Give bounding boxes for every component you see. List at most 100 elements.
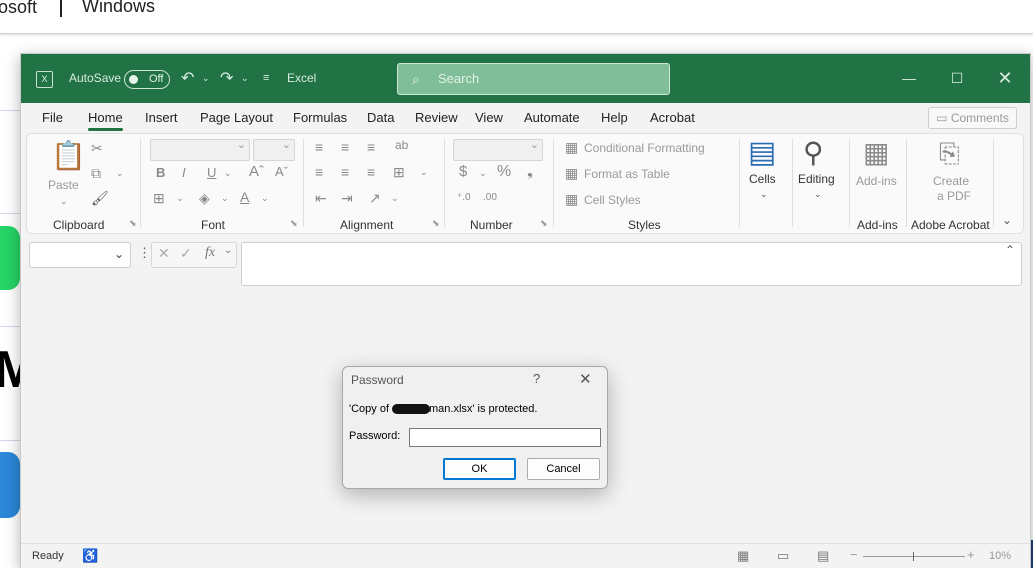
cancel-button[interactable]: Cancel	[527, 458, 600, 480]
fx-dropdown-icon[interactable]: ⌄	[224, 245, 232, 256]
customize-qat-icon[interactable]: ≡	[263, 54, 269, 103]
clipboard-launcher-icon[interactable]: ⬊	[129, 218, 137, 229]
tab-view[interactable]: View	[475, 103, 503, 133]
create-pdf-label-1[interactable]: Create	[933, 174, 969, 188]
currency-button[interactable]: $	[459, 164, 467, 180]
orientation-icon[interactable]: ↗	[369, 190, 381, 206]
currency-dropdown-icon[interactable]: ⌄	[479, 165, 487, 181]
font-color-icon[interactable]: A	[240, 189, 249, 205]
close-icon[interactable]: ✕	[983, 54, 1027, 103]
password-input[interactable]	[409, 428, 601, 447]
tab-acrobat[interactable]: Acrobat	[650, 103, 695, 133]
paste-dropdown-icon[interactable]: ⌄	[60, 193, 68, 209]
number-format-dropdown[interactable]	[453, 138, 543, 161]
bold-button[interactable]: B	[156, 165, 165, 181]
format-painter-icon[interactable]: 🖌	[91, 190, 109, 206]
comma-style-icon[interactable]: ❟	[527, 164, 533, 180]
add-ins-button[interactable]: Add-ins	[856, 174, 897, 188]
font-color-dropdown-icon[interactable]: ⌄	[261, 190, 269, 206]
tab-home[interactable]: Home	[88, 103, 123, 133]
conditional-formatting-label[interactable]: Conditional Formatting	[584, 141, 705, 155]
italic-button[interactable]: I	[182, 165, 186, 181]
decrease-decimal-icon[interactable]: .00	[483, 190, 497, 206]
comments-button[interactable]: ▭ Comments	[928, 107, 1017, 129]
undo-icon[interactable]: ↶	[181, 54, 194, 103]
fill-dropdown-icon[interactable]: ⌄	[221, 190, 229, 206]
orientation-dropdown-icon[interactable]: ⌄	[391, 190, 399, 206]
insert-function-icon[interactable]: fx	[205, 245, 215, 261]
borders-dropdown-icon[interactable]: ⌄	[176, 190, 184, 206]
format-as-table-label[interactable]: Format as Table	[584, 167, 670, 181]
font-size-dropdown[interactable]	[253, 138, 295, 161]
tab-automate[interactable]: Automate	[524, 103, 580, 133]
ribbon-options-icon[interactable]: ⌄	[1002, 212, 1012, 228]
zoom-slider-thumb[interactable]	[913, 552, 914, 561]
enter-icon[interactable]: ✓	[180, 245, 192, 262]
zoom-in-icon[interactable]: +	[967, 547, 975, 562]
page-layout-view-icon[interactable]: ▭	[777, 548, 789, 564]
cell-styles-icon[interactable]: ▦	[565, 191, 578, 207]
autosave-toggle[interactable]: Off	[124, 70, 170, 89]
page-break-view-icon[interactable]: ▤	[817, 548, 829, 564]
align-right-icon[interactable]: ≡	[367, 164, 375, 180]
font-name-dropdown[interactable]	[150, 138, 250, 161]
conditional-formatting-icon[interactable]: ▦	[565, 139, 578, 155]
cell-styles-label[interactable]: Cell Styles	[584, 193, 641, 207]
fill-color-icon[interactable]: ◈	[199, 190, 210, 206]
font-launcher-icon[interactable]: ⬊	[290, 218, 298, 229]
zoom-slider[interactable]	[863, 556, 965, 557]
percent-button[interactable]: %	[497, 164, 511, 180]
add-ins-icon[interactable]: ▦	[863, 137, 889, 169]
accessibility-icon[interactable]: ♿	[82, 548, 98, 564]
tab-help[interactable]: Help	[601, 103, 628, 133]
alignment-launcher-icon[interactable]: ⬊	[432, 218, 440, 229]
paste-icon[interactable]: 📋	[51, 140, 86, 172]
more-icon[interactable]: ⋮	[138, 245, 151, 261]
redo-icon[interactable]: ↷	[220, 54, 233, 103]
merge-dropdown-icon[interactable]: ⌄	[420, 164, 428, 180]
copy-icon[interactable]: ⧉	[91, 165, 101, 181]
decrease-font-icon[interactable]: Aˇ	[275, 164, 288, 180]
formula-input[interactable]: ⌃	[241, 242, 1022, 286]
cells-icon[interactable]: ▤	[748, 137, 776, 169]
editing-label[interactable]: Editing	[798, 172, 835, 186]
create-pdf-icon[interactable]: ⎘	[939, 137, 960, 169]
merge-center-icon[interactable]: ⊞	[393, 164, 405, 180]
copy-dropdown-icon[interactable]: ⌄	[116, 165, 124, 181]
maximize-icon[interactable]: ☐	[935, 54, 979, 103]
increase-decimal-icon[interactable]: ⁺.0	[457, 190, 471, 206]
undo-dropdown-icon[interactable]: ⌄	[202, 54, 210, 103]
normal-view-icon[interactable]: ▦	[737, 548, 749, 564]
number-launcher-icon[interactable]: ⬊	[540, 218, 548, 229]
align-bottom-icon[interactable]: ≡	[367, 139, 375, 155]
tab-formulas[interactable]: Formulas	[293, 103, 347, 133]
tab-data[interactable]: Data	[367, 103, 394, 133]
tab-page-layout[interactable]: Page Layout	[200, 103, 273, 133]
increase-font-icon[interactable]: Aˆ	[249, 164, 264, 180]
underline-dropdown-icon[interactable]: ⌄	[224, 165, 232, 181]
cells-dropdown-icon[interactable]: ⌄	[760, 186, 768, 202]
name-box[interactable]: ⌄	[29, 242, 131, 268]
zoom-level[interactable]: 10%	[989, 550, 1011, 562]
increase-indent-icon[interactable]: ⇥	[341, 190, 353, 206]
underline-button[interactable]: U	[207, 165, 216, 181]
close-icon[interactable]: ✕	[579, 370, 592, 388]
borders-icon[interactable]: ⊞	[153, 190, 165, 206]
product-title[interactable]: Windows	[82, 0, 155, 17]
search-box[interactable]: ⌕ Search	[397, 63, 670, 95]
app-icon[interactable]	[0, 452, 20, 518]
ok-button[interactable]: OK	[443, 458, 516, 480]
create-pdf-label-2[interactable]: a PDF	[937, 189, 971, 203]
cancel-icon[interactable]: ✕	[158, 245, 170, 262]
redo-dropdown-icon[interactable]: ⌄	[241, 54, 249, 103]
wrap-text-icon[interactable]: ab	[395, 137, 408, 153]
cut-icon[interactable]: ✂	[91, 140, 103, 156]
cells-label[interactable]: Cells	[749, 172, 776, 186]
tab-insert[interactable]: Insert	[145, 103, 178, 133]
zoom-out-icon[interactable]: −	[850, 547, 858, 562]
chevron-down-icon[interactable]: ⌄	[114, 247, 124, 261]
tab-file[interactable]: File	[42, 103, 63, 133]
decrease-indent-icon[interactable]: ⇤	[315, 190, 327, 206]
editing-dropdown-icon[interactable]: ⌄	[814, 186, 822, 202]
align-top-icon[interactable]: ≡	[315, 139, 323, 155]
